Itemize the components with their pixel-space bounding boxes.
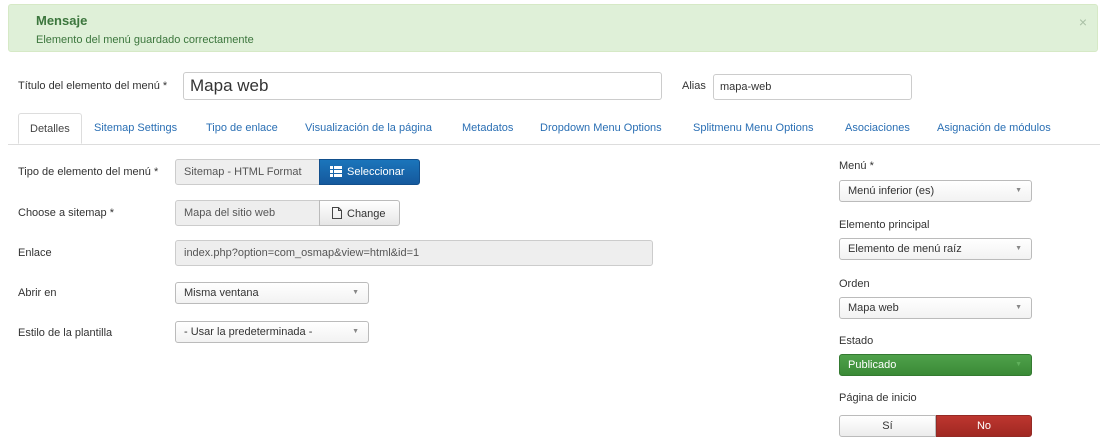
- tab-splitmenu-menu-options[interactable]: Splitmenu Menu Options: [693, 113, 813, 143]
- title-label: Título del elemento del menú *: [18, 80, 168, 92]
- tab-metadatos[interactable]: Metadatos: [462, 113, 513, 143]
- sitemap-label: Choose a sitemap *: [18, 207, 114, 219]
- tab-tipo-enlace[interactable]: Tipo de enlace: [206, 113, 278, 143]
- menu-select[interactable]: Menú inferior (es) ▼: [839, 180, 1032, 202]
- link-field: index.php?option=com_osmap&view=html&id=…: [175, 240, 653, 266]
- sitemap-field: Mapa del sitio web: [175, 200, 320, 226]
- chevron-down-icon: ▼: [352, 289, 359, 296]
- title-input[interactable]: [183, 72, 662, 100]
- chevron-down-icon: ▼: [1015, 187, 1022, 194]
- style-select[interactable]: - Usar la predeterminada - ▼: [175, 321, 369, 343]
- menu-select-value: Menú inferior (es): [848, 185, 935, 197]
- order-select[interactable]: Mapa web ▼: [839, 297, 1032, 319]
- select-button-label: Seleccionar: [347, 166, 405, 178]
- status-select-value: Publicado: [848, 359, 897, 371]
- status-select[interactable]: Publicado ▼: [839, 354, 1032, 376]
- list-icon: [330, 166, 342, 177]
- success-alert: Mensaje Elemento del menú guardado corre…: [8, 4, 1098, 52]
- home-yes-button[interactable]: Sí: [839, 415, 936, 437]
- file-icon: [332, 207, 342, 219]
- tab-detalles[interactable]: Detalles: [18, 113, 82, 144]
- change-button-label: Change: [347, 208, 386, 220]
- link-label: Enlace: [18, 247, 52, 259]
- tab-visualizacion[interactable]: Visualización de la página: [305, 113, 432, 143]
- alias-label: Alias: [682, 80, 706, 92]
- style-label: Estilo de la plantilla: [18, 327, 113, 339]
- tab-sitemap-settings[interactable]: Sitemap Settings: [94, 113, 177, 143]
- close-icon[interactable]: ×: [1079, 14, 1087, 30]
- chevron-down-icon: ▼: [1015, 245, 1022, 252]
- tab-asignacion-modulos[interactable]: Asignación de módulos: [937, 113, 1051, 143]
- open-label: Abrir en: [18, 287, 57, 299]
- change-button[interactable]: Change: [319, 200, 400, 226]
- chevron-down-icon: ▼: [1015, 304, 1022, 311]
- open-select-value: Misma ventana: [184, 287, 259, 299]
- open-select[interactable]: Misma ventana ▼: [175, 282, 369, 304]
- order-select-value: Mapa web: [848, 302, 899, 314]
- tab-bar: Detalles Sitemap Settings Tipo de enlace…: [8, 113, 1100, 145]
- alert-title: Mensaje: [36, 13, 88, 28]
- style-select-value: - Usar la predeterminada -: [184, 326, 313, 338]
- chevron-down-icon: ▼: [352, 328, 359, 335]
- menu-label: Menú *: [839, 160, 874, 172]
- parent-select-value: Elemento de menú raíz: [848, 243, 962, 255]
- alias-input[interactable]: [713, 74, 912, 100]
- tab-dropdown-menu-options[interactable]: Dropdown Menu Options: [540, 113, 662, 143]
- type-label: Tipo de elemento del menú *: [18, 166, 159, 178]
- order-label: Orden: [839, 278, 870, 290]
- select-button[interactable]: Seleccionar: [319, 159, 420, 185]
- alert-message: Elemento del menú guardado correctamente: [36, 34, 254, 46]
- type-field: Sitemap - HTML Format: [175, 159, 320, 185]
- home-no-button[interactable]: No: [936, 415, 1032, 437]
- tab-asociaciones[interactable]: Asociaciones: [845, 113, 910, 143]
- parent-select[interactable]: Elemento de menú raíz ▼: [839, 238, 1032, 260]
- home-label: Página de inicio: [839, 392, 917, 404]
- parent-label: Elemento principal: [839, 219, 930, 231]
- chevron-down-icon: ▼: [1015, 361, 1022, 368]
- status-label: Estado: [839, 335, 874, 347]
